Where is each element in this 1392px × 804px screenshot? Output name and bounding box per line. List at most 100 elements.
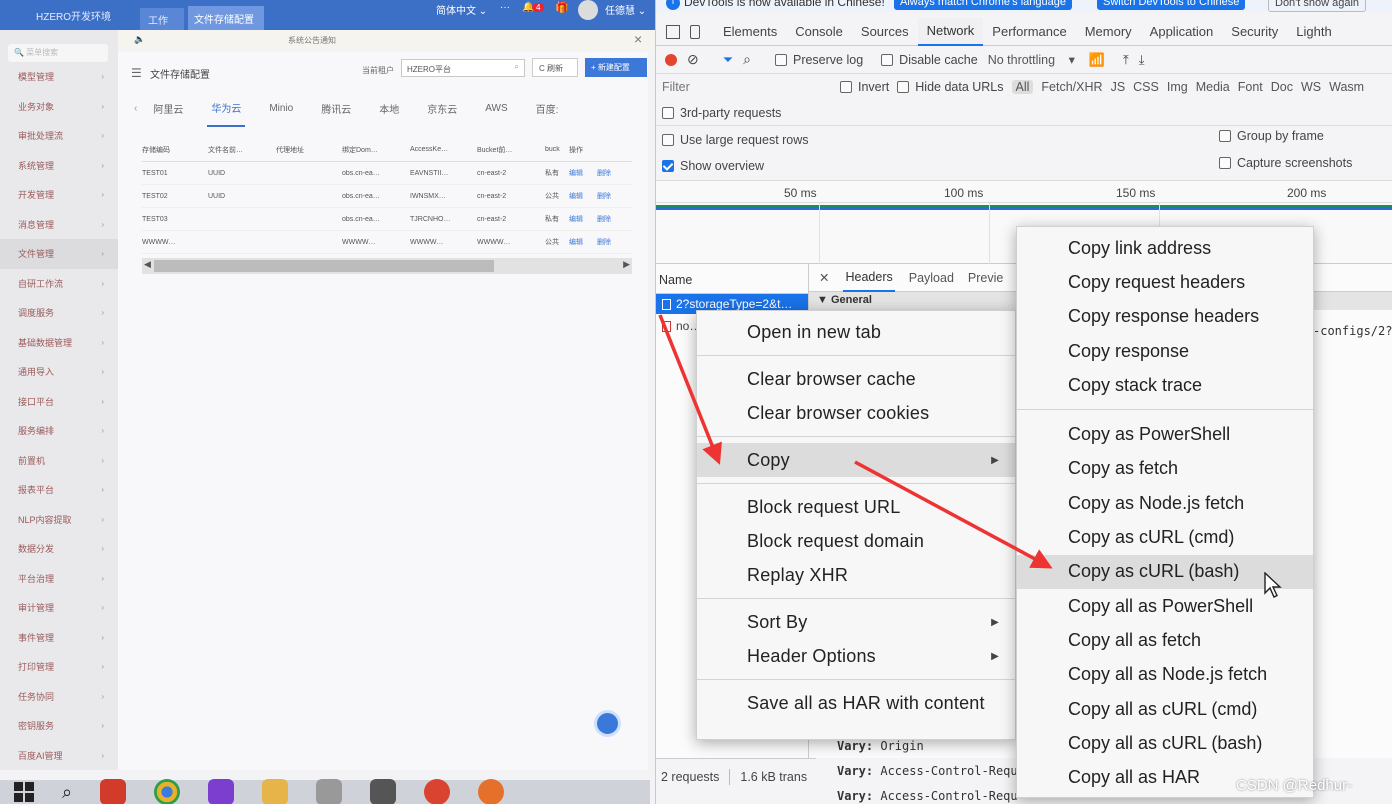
menu-save-har[interactable]: Save all as HAR with content: [697, 686, 1015, 720]
menu-copy-link-address[interactable]: Copy link address: [1017, 231, 1313, 265]
language-menu[interactable]: 简体中文 ⌄: [436, 2, 487, 17]
show-overview-box[interactable]: [662, 160, 674, 172]
menu-copy[interactable]: Copy ▶: [697, 443, 1015, 477]
column-header[interactable]: 绑定Dom…: [342, 145, 410, 155]
menu-copy-request-headers[interactable]: Copy request headers: [1017, 265, 1313, 299]
show-overview-checkbox[interactable]: Show overview: [662, 159, 764, 173]
type-filter[interactable]: Font: [1238, 80, 1263, 94]
type-filter[interactable]: WS: [1301, 80, 1321, 94]
delete-link[interactable]: 删除: [597, 168, 627, 178]
app-icon[interactable]: [424, 779, 451, 804]
column-header[interactable]: 文件名前…: [208, 145, 276, 155]
provider-tab[interactable]: 阿里云: [149, 89, 187, 127]
refresh-button[interactable]: C 刷新: [532, 58, 578, 77]
capture-screenshots-checkbox[interactable]: Capture screenshots: [1219, 156, 1352, 170]
sidebar-item[interactable]: 文件管理 ›: [0, 239, 118, 269]
type-filter[interactable]: Wasm: [1329, 80, 1364, 94]
sidebar-item[interactable]: 调度服务 ›: [0, 298, 118, 328]
sidebar-item[interactable]: 百度AI管理 ›: [0, 741, 118, 771]
column-header[interactable]: 代理地址: [276, 145, 342, 155]
devtools-tab[interactable]: Memory: [1076, 18, 1141, 46]
devtools-tab[interactable]: Performance: [983, 18, 1075, 46]
preserve-log-box[interactable]: [774, 53, 787, 66]
edit-link[interactable]: 编辑: [569, 191, 597, 201]
sidebar-search[interactable]: 🔍 菜单搜索: [8, 44, 108, 62]
sidebar-item[interactable]: 开发管理 ›: [0, 180, 118, 210]
menu-copy-all-as-curl-bash[interactable]: Copy all as cURL (bash): [1017, 726, 1313, 760]
inspect-element-icon[interactable]: [666, 24, 680, 39]
column-header[interactable]: buck: [545, 146, 569, 153]
floating-help-icon[interactable]: [594, 710, 621, 737]
sidebar-item[interactable]: 服务编排 ›: [0, 416, 118, 446]
folder-icon[interactable]: [262, 779, 289, 804]
search-icon[interactable]: ⌕: [62, 782, 72, 803]
sidebar-item[interactable]: 密钥服务 ›: [0, 711, 118, 741]
always-match-language-button[interactable]: Always match Chrome's language: [894, 0, 1072, 10]
windows-start-icon[interactable]: [14, 782, 34, 802]
column-header[interactable]: 存储编码: [142, 145, 208, 155]
search-icon[interactable]: ⌕: [743, 51, 751, 68]
tenant-select[interactable]: HZERO平台 ⌕: [401, 59, 525, 77]
app-icon[interactable]: [370, 779, 397, 804]
device-toolbar-icon[interactable]: [690, 24, 700, 39]
third-party-box[interactable]: [662, 107, 674, 119]
devtools-tab[interactable]: Elements: [714, 18, 786, 46]
chrome-icon[interactable]: [154, 779, 181, 804]
sidebar-item[interactable]: 数据分发 ›: [0, 534, 118, 564]
sidebar-item[interactable]: 自研工作流 ›: [0, 269, 118, 299]
hide-data-urls-box[interactable]: [897, 81, 910, 93]
close-icon[interactable]: ×: [634, 31, 642, 47]
type-filter[interactable]: CSS: [1133, 80, 1159, 94]
provider-tab[interactable]: 本地: [375, 89, 403, 127]
sidebar-item[interactable]: 任务协同 ›: [0, 682, 118, 712]
type-filter[interactable]: Doc: [1271, 80, 1293, 94]
devtools-tab[interactable]: Sources: [852, 18, 918, 46]
menu-copy-all-as-curl-cmd[interactable]: Copy all as cURL (cmd): [1017, 692, 1313, 726]
scroll-left-icon[interactable]: ◀: [144, 259, 151, 270]
app-icon[interactable]: [100, 779, 127, 804]
menu-copy-all-as-nodejs-fetch[interactable]: Copy all as Node.js fetch: [1017, 658, 1313, 692]
sidebar-item[interactable]: 报表平台 ›: [0, 475, 118, 505]
devtools-tab[interactable]: Console: [786, 18, 852, 46]
new-config-button[interactable]: + 新建配置: [585, 58, 647, 77]
menu-block-domain[interactable]: Block request domain: [697, 524, 1015, 558]
search-icon[interactable]: ⌕: [515, 62, 519, 72]
app-icon[interactable]: [316, 779, 343, 804]
menu-clear-cookies[interactable]: Clear browser cookies: [697, 396, 1015, 430]
sidebar-item[interactable]: 审批处理流 ›: [0, 121, 118, 151]
filter-input[interactable]: [662, 77, 832, 97]
provider-tab[interactable]: 腾讯云: [317, 89, 355, 127]
menu-copy-stack-trace[interactable]: Copy stack trace: [1017, 368, 1313, 402]
filter-icon[interactable]: ⏷: [723, 52, 733, 68]
tab-preview[interactable]: Previe: [968, 271, 1003, 285]
sidebar-item[interactable]: 业务对象 ›: [0, 92, 118, 122]
capture-screenshots-box[interactable]: [1219, 157, 1231, 169]
type-filter[interactable]: All: [1011, 80, 1034, 94]
large-rows-checkbox[interactable]: Use large request rows: [662, 133, 809, 147]
switch-to-chinese-button[interactable]: Switch DevTools to Chinese: [1097, 0, 1246, 10]
column-header[interactable]: 操作: [569, 145, 627, 155]
menu-open-new-tab[interactable]: Open in new tab: [697, 315, 1015, 349]
type-filter[interactable]: JS: [1111, 80, 1126, 94]
import-har-icon[interactable]: ⤒: [1123, 52, 1129, 68]
menu-copy-as-powershell[interactable]: Copy as PowerShell: [1017, 417, 1313, 451]
provider-tab[interactable]: Minio: [265, 89, 297, 127]
devtools-tab[interactable]: Application: [1141, 18, 1223, 46]
clear-icon[interactable]: ⊘: [687, 51, 699, 68]
provider-tab[interactable]: 华为云: [207, 89, 246, 127]
invert-box[interactable]: [840, 81, 852, 93]
third-party-checkbox[interactable]: 3rd-party requests: [662, 106, 781, 120]
preserve-log-checkbox[interactable]: Preserve log: [774, 53, 863, 67]
delete-link[interactable]: 删除: [597, 191, 627, 201]
browser-tab-file-storage[interactable]: 文件存储配置: [188, 6, 264, 30]
provider-tab[interactable]: 京东云: [423, 89, 461, 127]
type-filter[interactable]: Img: [1167, 80, 1188, 94]
sidebar-item[interactable]: 事件管理 ›: [0, 623, 118, 653]
dont-show-again-button[interactable]: Don't show again: [1268, 0, 1367, 12]
large-rows-box[interactable]: [662, 134, 674, 146]
group-by-frame-box[interactable]: [1219, 130, 1231, 142]
sidebar-item[interactable]: 平台治理 ›: [0, 564, 118, 594]
provider-tab[interactable]: AWS: [481, 89, 511, 127]
provider-tab[interactable]: 百度:: [532, 89, 563, 127]
app-icon[interactable]: [478, 779, 505, 804]
